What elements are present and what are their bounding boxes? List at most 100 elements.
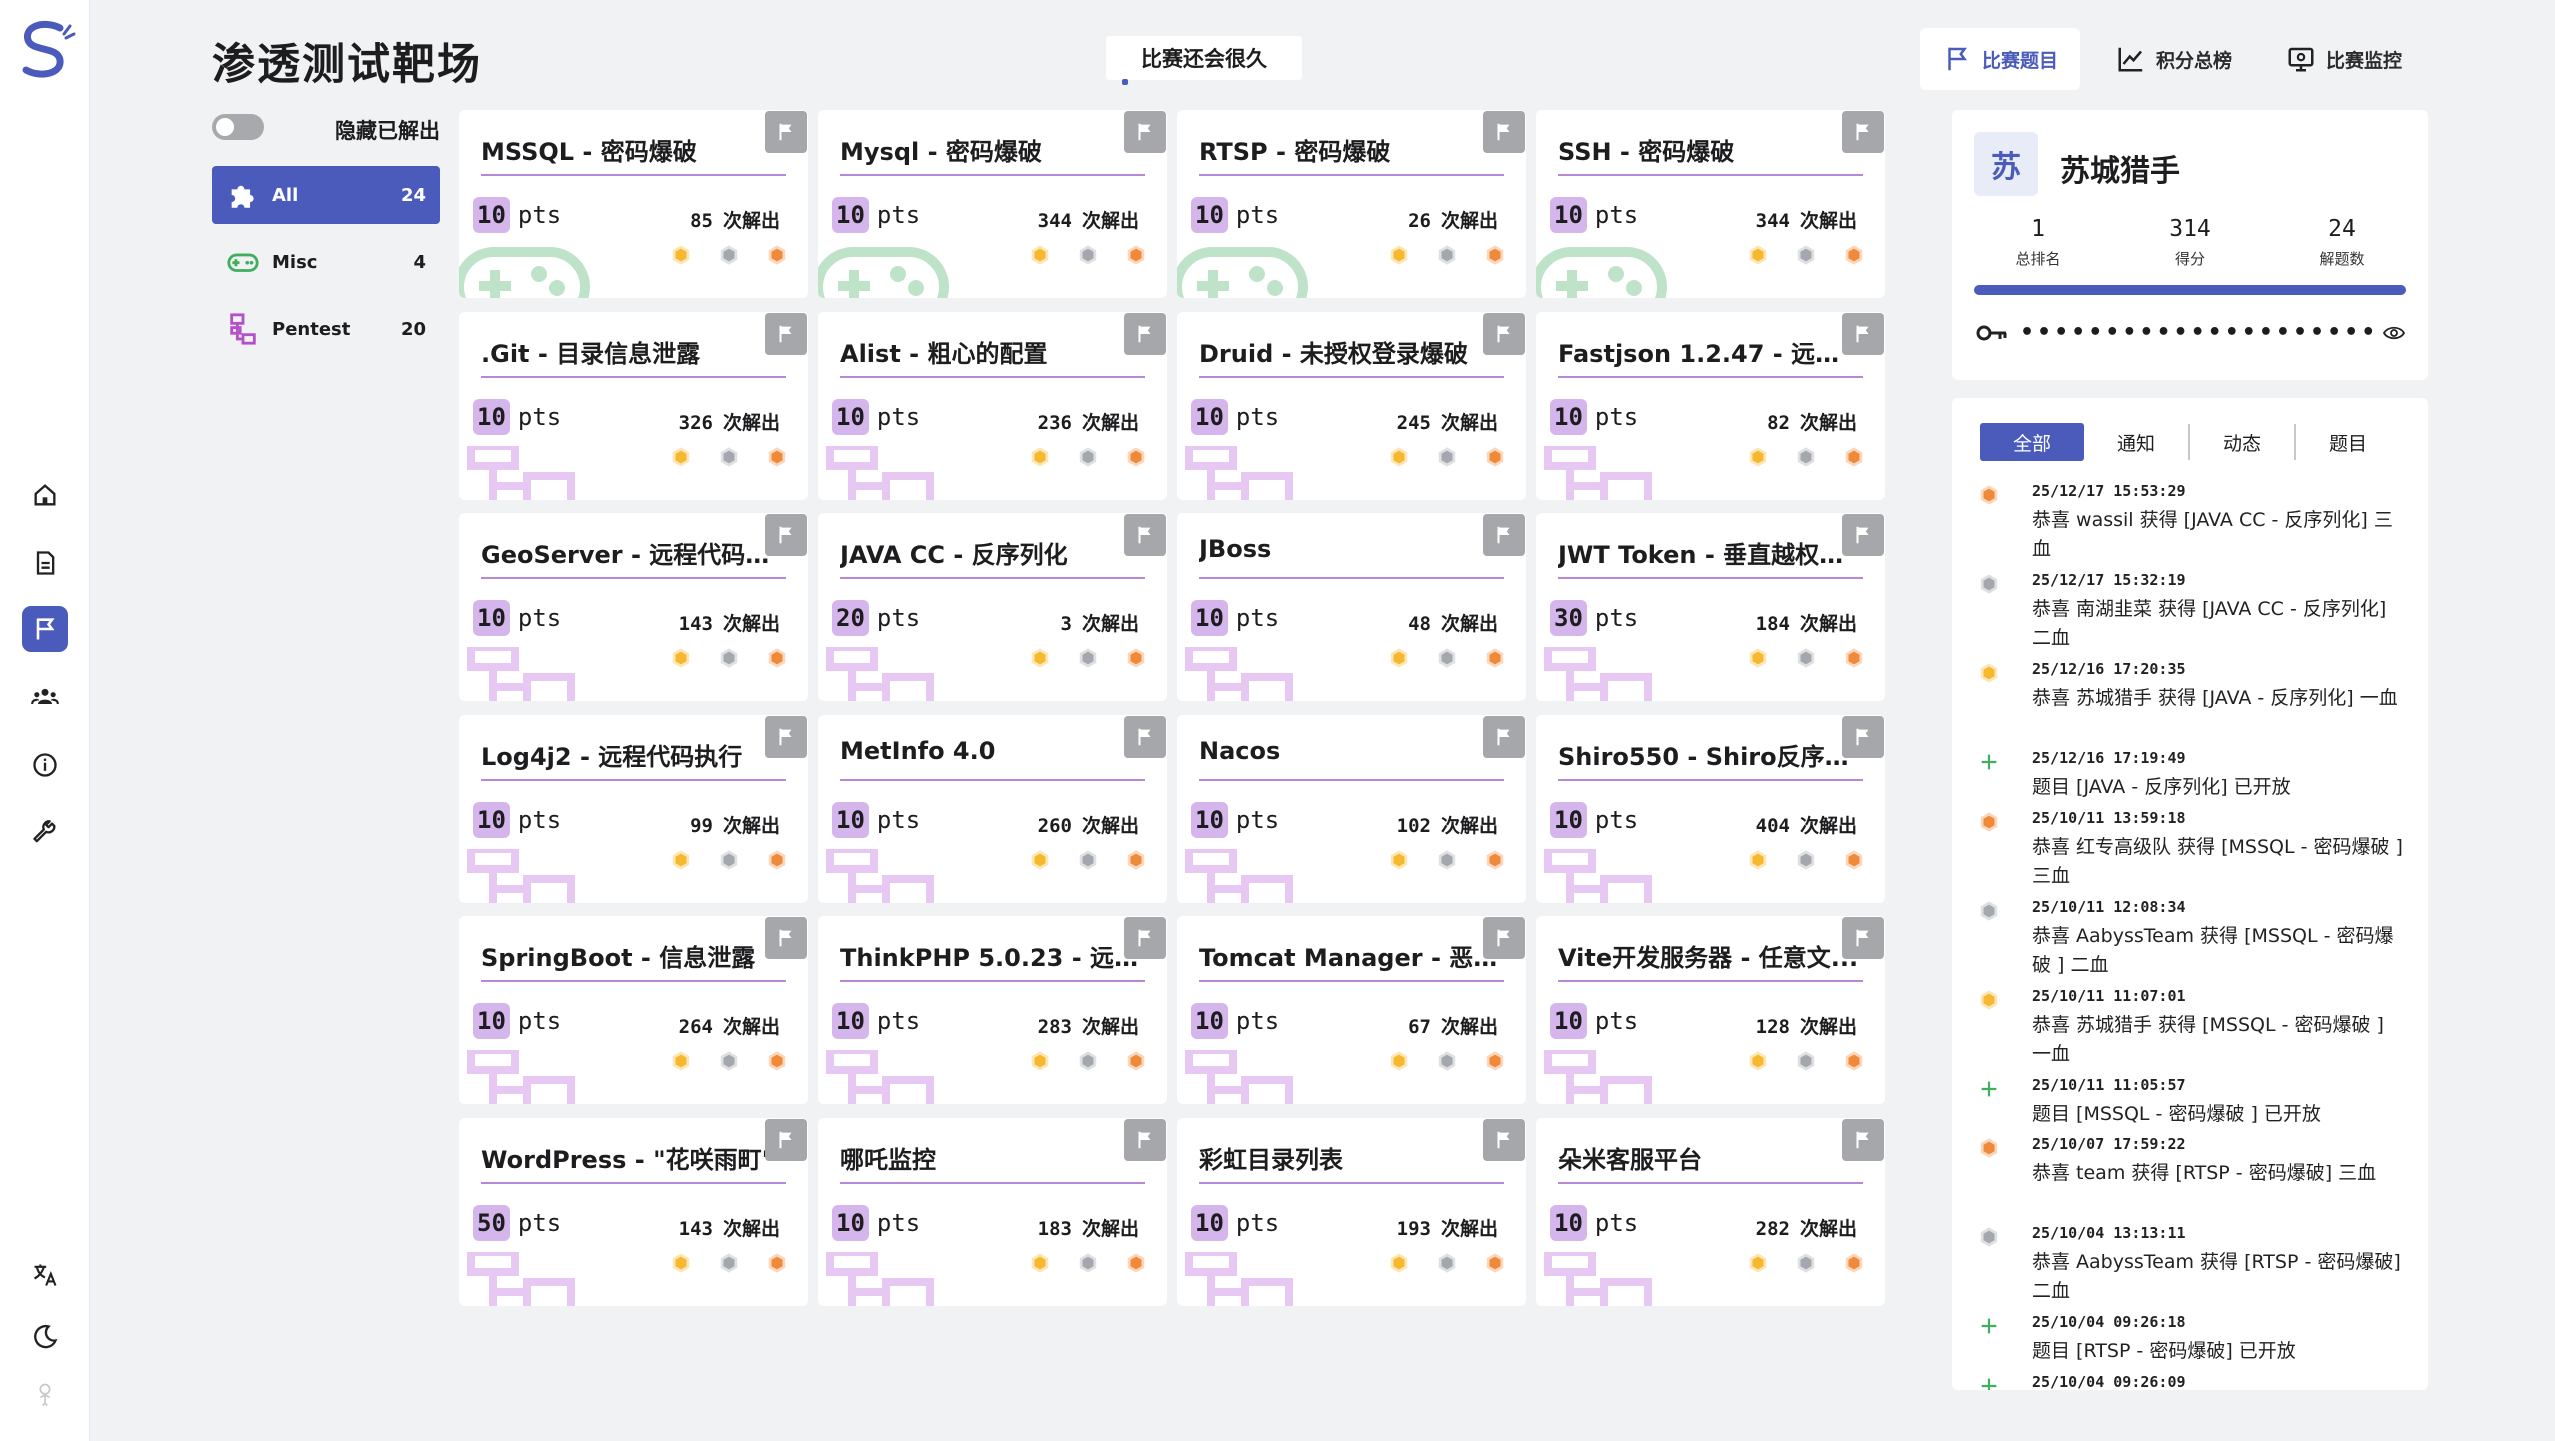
submit-flag-button[interactable]	[1124, 514, 1166, 556]
challenge-card[interactable]: JBoss 10 pts 48 次解出	[1177, 513, 1526, 701]
challenge-card[interactable]: SSH - 密码爆破 10 pts 344 次解出	[1536, 110, 1885, 298]
challenge-card[interactable]: Vite开发服务器 - 任意文... 10 pts 128 次解出	[1536, 916, 1885, 1104]
blood-medals	[670, 849, 788, 871]
challenge-card[interactable]: 朵米客服平台 10 pts 282 次解出	[1536, 1118, 1885, 1306]
category-all[interactable]: All 24	[212, 166, 440, 224]
solve-label: 次解出	[1081, 1016, 1139, 1038]
dark-mode-icon[interactable]	[22, 1314, 68, 1360]
challenge-card[interactable]: Log4j2 - 远程代码执行 10 pts 99 次解出	[459, 715, 808, 903]
submit-flag-button[interactable]	[1842, 111, 1884, 153]
team-icon[interactable]	[22, 674, 68, 720]
points-unit: pts	[517, 201, 562, 229]
silver-medal-icon	[1438, 447, 1456, 467]
tab-challenges[interactable]: 题目	[2296, 423, 2400, 461]
category-pentest[interactable]: Pentest 20	[212, 300, 440, 358]
category-misc[interactable]: Misc 4	[212, 233, 440, 291]
challenge-card[interactable]: JAVA CC - 反序列化 20 pts 3 次解出	[818, 513, 1167, 701]
tab-notices[interactable]: 通知	[2084, 423, 2188, 461]
blood-medals	[1747, 1252, 1865, 1274]
points: 30 pts	[1550, 599, 1638, 637]
submit-flag-button[interactable]	[765, 514, 807, 556]
points-value: 10	[1191, 1205, 1228, 1241]
nav-challenges[interactable]: 比赛题目	[1920, 28, 2081, 90]
submit-flag-button[interactable]	[1842, 917, 1884, 959]
challenge-card[interactable]: SpringBoot - 信息泄露 10 pts 264 次解出	[459, 916, 808, 1104]
blood-medals	[1029, 446, 1147, 468]
eye-icon[interactable]	[2382, 321, 2406, 345]
submit-flag-button[interactable]	[1842, 716, 1884, 758]
home-icon[interactable]	[22, 472, 68, 518]
document-icon[interactable]	[22, 540, 68, 586]
submit-flag-button[interactable]	[1483, 514, 1525, 556]
submit-flag-button[interactable]	[1483, 716, 1525, 758]
submit-flag-button[interactable]	[765, 1119, 807, 1161]
submit-flag-button[interactable]	[1483, 111, 1525, 153]
submit-flag-button[interactable]	[765, 716, 807, 758]
submit-flag-button[interactable]	[765, 111, 807, 153]
submit-flag-button[interactable]	[1842, 514, 1884, 556]
challenge-card[interactable]: Shiro550 - Shiro反序列化 10 pts 404 次解出	[1536, 715, 1885, 903]
info-icon[interactable]	[22, 742, 68, 788]
category-name: All	[272, 184, 299, 206]
nav-scoreboard[interactable]: 积分总榜	[2094, 28, 2254, 90]
solve-count: 404 次解出	[1756, 811, 1857, 838]
event-time: 25/10/07 17:59:22	[2032, 1135, 2186, 1153]
blood-medals	[670, 1252, 788, 1274]
submit-flag-button[interactable]	[1483, 313, 1525, 355]
submit-flag-button[interactable]	[1483, 1119, 1525, 1161]
event-time: 25/12/17 15:53:29	[2032, 482, 2186, 500]
submit-flag-button[interactable]	[765, 917, 807, 959]
challenge-card[interactable]: RTSP - 密码爆破 10 pts 26 次解出	[1177, 110, 1526, 298]
category-count: 24	[400, 184, 426, 206]
submit-flag-button[interactable]	[1842, 1119, 1884, 1161]
title-divider	[840, 1182, 1145, 1184]
solve-label: 次解出	[1799, 1016, 1857, 1038]
submit-flag-button[interactable]	[1483, 917, 1525, 959]
challenge-card[interactable]: Fastjson 1.2.47 - 远程代... 10 pts 82 次解出	[1536, 312, 1885, 500]
challenge-card[interactable]: Tomcat Manager - 恶意... 10 pts 67 次解出	[1177, 916, 1526, 1104]
hide-solved-toggle[interactable]	[212, 114, 264, 140]
solve-count: 67 次解出	[1408, 1012, 1498, 1039]
silver-medal-icon	[1438, 648, 1456, 668]
challenge-title: Alist - 粗心的配置	[840, 340, 1048, 368]
challenge-card[interactable]: Druid - 未授权登录爆破 10 pts 245 次解出	[1177, 312, 1526, 500]
bronze-medal-icon	[768, 850, 786, 870]
logo-icon[interactable]	[14, 18, 76, 82]
challenge-card[interactable]: Alist - 粗心的配置 10 pts 236 次解出	[818, 312, 1167, 500]
nav-monitor[interactable]: 比赛监控	[2264, 28, 2424, 90]
submit-flag-button[interactable]	[1842, 313, 1884, 355]
tab-all[interactable]: 全部	[1980, 423, 2084, 461]
tab-activity[interactable]: 动态	[2190, 423, 2294, 461]
challenge-card[interactable]: Nacos 10 pts 102 次解出	[1177, 715, 1526, 903]
challenge-card[interactable]: MSSQL - 密码爆破 10 pts 85 次解出	[459, 110, 808, 298]
wrench-icon[interactable]	[22, 810, 68, 856]
challenge-card[interactable]: JWT Token - 垂直越权漏... 30 pts 184 次解出	[1536, 513, 1885, 701]
points-unit: pts	[876, 604, 921, 632]
challenge-card[interactable]: .Git - 目录信息泄露 10 pts 326 次解出	[459, 312, 808, 500]
submit-flag-button[interactable]	[1124, 716, 1166, 758]
translate-icon[interactable]	[22, 1252, 68, 1298]
challenge-card[interactable]: GeoServer - 远程代码执行 10 pts 143 次解出	[459, 513, 808, 701]
challenge-card[interactable]: ThinkPHP 5.0.23 - 远程... 10 pts 283 次解出	[818, 916, 1167, 1104]
submit-flag-button[interactable]	[1124, 313, 1166, 355]
challenge-card[interactable]: 彩虹目录列表 10 pts 193 次解出	[1177, 1118, 1526, 1306]
stat-rank: 1 总排名	[1978, 216, 2098, 269]
points: 10 pts	[1191, 801, 1279, 839]
event-icon	[1978, 900, 2000, 922]
submit-flag-button[interactable]	[1124, 1119, 1166, 1161]
points: 10 pts	[832, 196, 920, 234]
challenge-card[interactable]: Mysql - 密码爆破 10 pts 344 次解出	[818, 110, 1167, 298]
profile-card: 苏 苏城猎手 1 总排名 314 得分 24 解题数 •••••••••••••…	[1952, 110, 2428, 380]
submit-flag-button[interactable]	[1124, 917, 1166, 959]
challenge-card[interactable]: MetInfo 4.0 10 pts 260 次解出	[818, 715, 1167, 903]
event-icon	[1978, 662, 2000, 684]
flag-icon[interactable]	[22, 606, 68, 652]
submit-flag-button[interactable]	[1124, 111, 1166, 153]
challenge-title: SSH - 密码爆破	[1558, 138, 1735, 166]
challenge-card[interactable]: 哪吒监控 10 pts 183 次解出	[818, 1118, 1167, 1306]
silver-medal-icon	[1079, 1051, 1097, 1071]
challenge-title: Vite开发服务器 - 任意文...	[1558, 944, 1859, 972]
submit-flag-button[interactable]	[765, 313, 807, 355]
bronze-medal-icon	[768, 245, 786, 265]
challenge-card[interactable]: WordPress - "花咲雨町" 50 pts 143 次解出	[459, 1118, 808, 1306]
